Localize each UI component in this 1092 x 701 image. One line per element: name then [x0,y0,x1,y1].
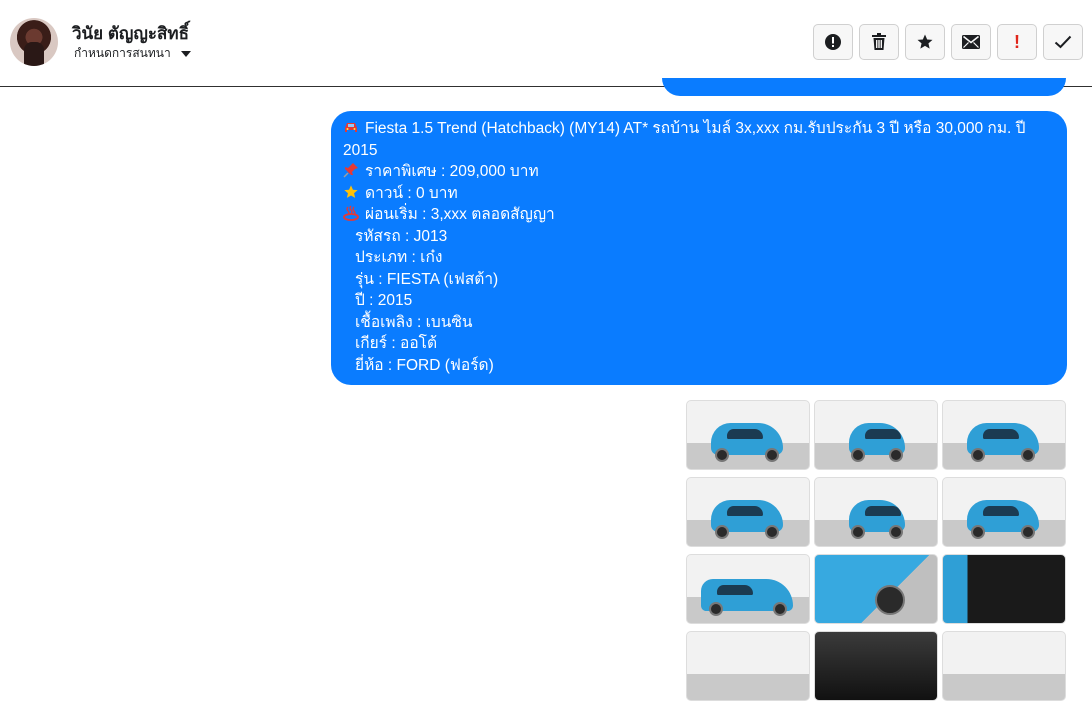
photo-gallery [686,400,1066,701]
report-icon [825,34,841,50]
car-photo[interactable] [942,554,1066,624]
car-photo[interactable] [942,477,1066,547]
exclamation-icon: ! [1014,31,1020,52]
detail-line: ประเภท : เก๋ง [355,249,443,266]
car-photo[interactable] [686,631,810,701]
installment-line: ผ่อนเริ่ม : 3,xxx ตลอดสัญญา [343,204,1053,226]
conversation-settings-label: กำหนดการสนทนา [74,46,171,60]
pin-icon [343,162,359,178]
listing-title: Fiesta 1.5 Trend (Hatchback) (MY14) AT* … [343,120,1026,159]
down-line: ดาวน์ : 0 บาท [343,183,1053,205]
car-photo[interactable] [686,477,810,547]
price-text: ราคาพิเศษ : 209,000 บาท [365,163,539,180]
star-icon [917,34,933,49]
car-photo[interactable] [814,400,938,470]
detail-line: รหัสรถ : J013 [355,227,448,245]
conversation-settings-dropdown[interactable]: กำหนดการสนทนา [74,44,191,63]
check-icon [1054,35,1072,49]
mark-unread-button[interactable] [951,24,991,60]
detail-line: เชื้อเพลิง : เบนซิน [355,313,473,331]
report-button[interactable] [813,24,853,60]
car-photo[interactable] [686,400,810,470]
price-line: ราคาพิเศษ : 209,000 บาท [343,161,1053,183]
hotspring-icon [343,205,359,221]
done-button[interactable] [1043,24,1083,60]
contact-name: วินัย ตัญญะสิทธิ์ [72,24,189,43]
installment-text: ผ่อนเริ่ม : 3,xxx ตลอดสัญญา [365,206,555,223]
important-button[interactable]: ! [997,24,1037,60]
message-bubble: Fiesta 1.5 Trend (Hatchback) (MY14) AT* … [331,111,1067,385]
conversation-header: วินัย ตัญญะสิทธิ์ กำหนดการสนทนา ! [0,0,1092,87]
detail-line: รุ่น : FIESTA (เฟสต้า) [355,270,499,288]
caret-down-icon [180,50,191,57]
star-button[interactable] [905,24,945,60]
mail-icon [962,35,980,49]
car-photo[interactable] [942,400,1066,470]
car-photo[interactable] [814,554,938,624]
detail-line: ปี : 2015 [355,292,413,309]
star-emoji-icon [343,184,359,200]
down-text: ดาวน์ : 0 บาท [365,184,458,202]
car-photo[interactable] [686,554,810,624]
header-actions: ! [813,24,1083,60]
car-icon [343,119,359,135]
detail-line: ยี่ห้อ : FORD (ฟอร์ด) [355,356,494,374]
car-photo[interactable] [814,631,938,701]
car-photo[interactable] [814,477,938,547]
previous-message-bubble [662,78,1066,96]
avatar[interactable] [10,18,58,66]
listing-title-line: Fiesta 1.5 Trend (Hatchback) (MY14) AT* … [343,118,1053,161]
car-photo[interactable] [942,631,1066,701]
detail-line: เกียร์ : ออโต้ [355,335,438,352]
trash-icon [872,33,886,50]
delete-button[interactable] [859,24,899,60]
